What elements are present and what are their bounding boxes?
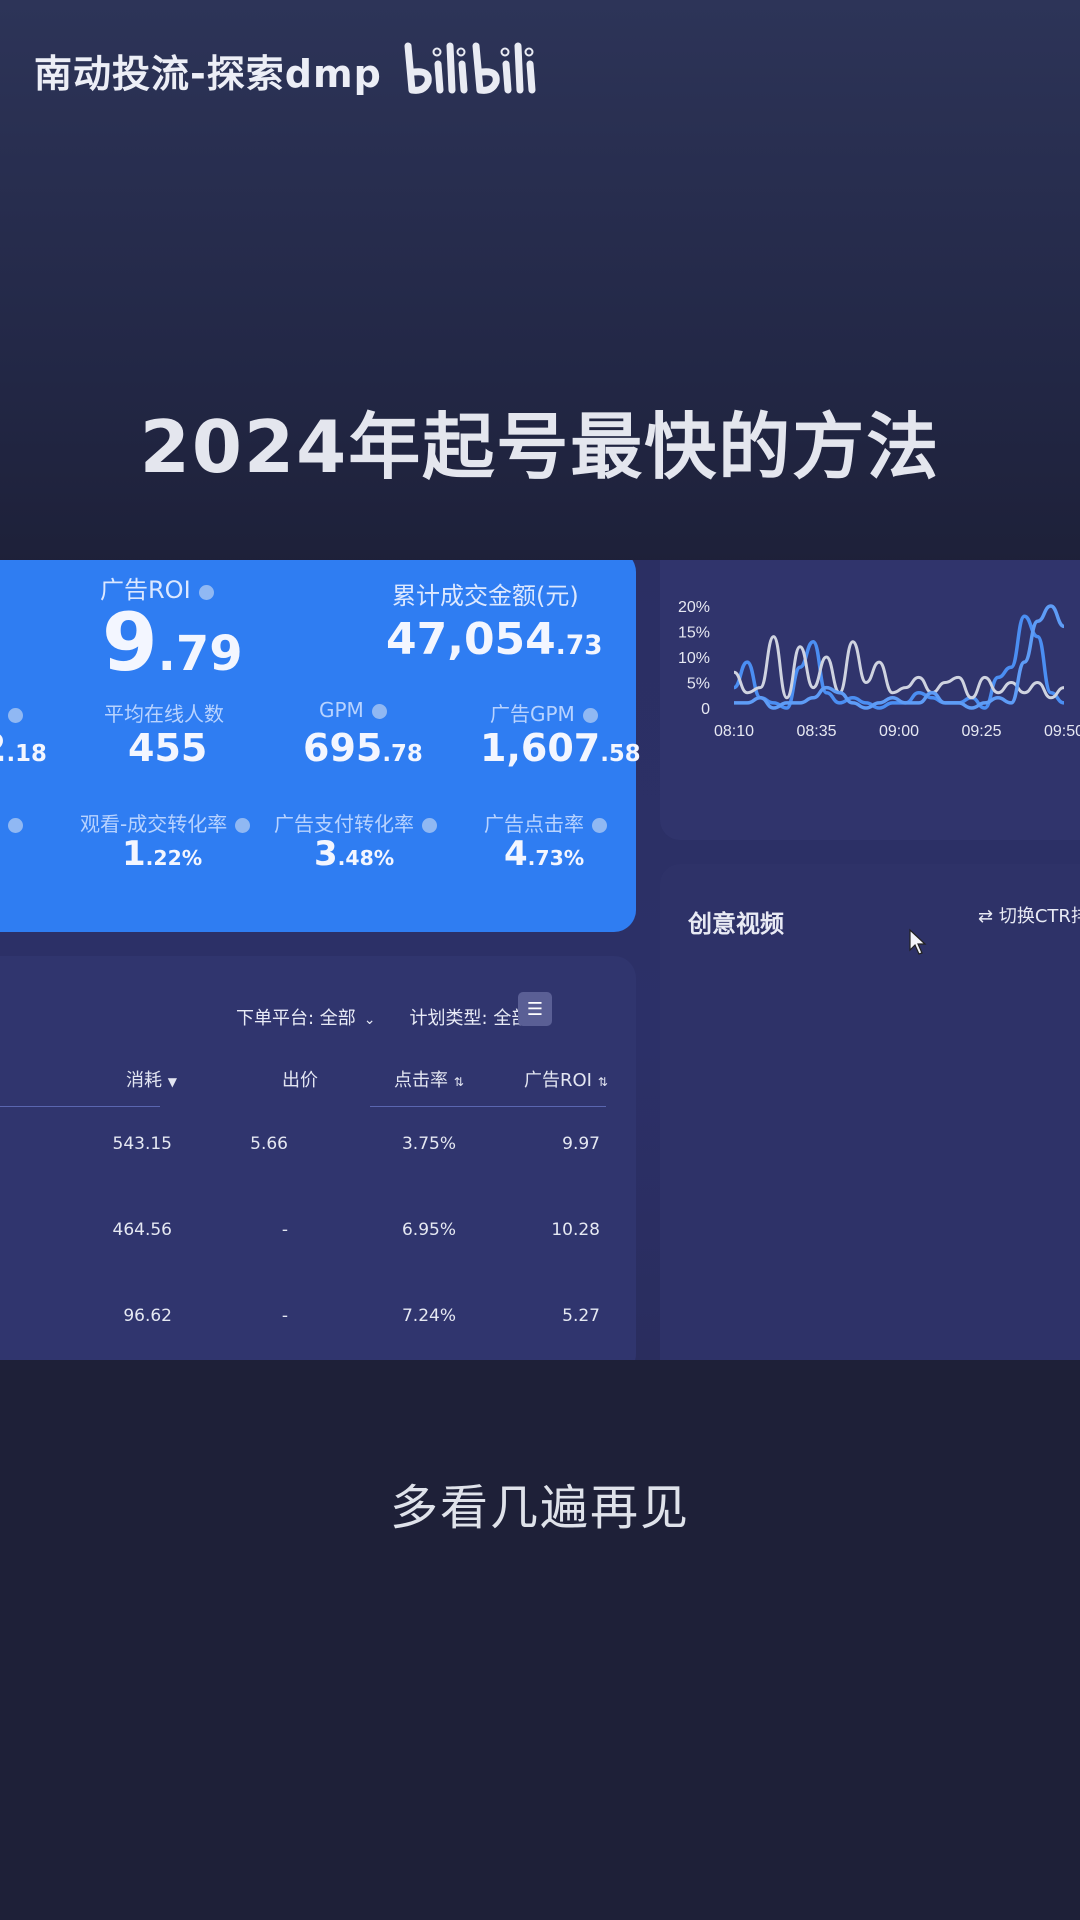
filter-lines-icon[interactable]: ☰ xyxy=(518,992,552,1026)
kpi-label-ad-gpm: 广告GPM xyxy=(490,698,598,727)
kpi-value-total-gmv: 47,054.73 xyxy=(386,614,603,665)
kpi-value-ad-gpm: 1,607.58 xyxy=(480,726,641,770)
kpi-label-partial: 额 xyxy=(0,698,23,727)
x-tick-label: 09:25 xyxy=(961,723,1001,740)
sort-icon: ⇅ xyxy=(597,1075,608,1089)
y-tick-label: 15% xyxy=(678,625,710,642)
chevron-down-icon: ⌄ xyxy=(363,1012,376,1028)
cell-ad-roi: 9.97 xyxy=(562,1134,600,1154)
cell-spend: 96.62 xyxy=(123,1306,172,1326)
cell-ctr: 3.75% xyxy=(401,1134,456,1154)
kpi-value-avg-online: 455 xyxy=(128,726,208,770)
table-filters: 下单平台: 全部⌄ 计划类型: 全部⌄ xyxy=(236,1004,549,1030)
kpi-value-ad-roi: 9.79 xyxy=(102,596,243,689)
info-icon xyxy=(235,818,251,833)
header-divider xyxy=(0,1106,160,1107)
column-header-ctr[interactable]: 点击率 ⇅ xyxy=(394,1066,464,1092)
creative-video-title: 创意视频 xyxy=(688,910,784,938)
kpi-value-ad-pay-conv: 3.48% xyxy=(314,834,395,874)
kpi-label-avg-online: 平均在线人数 xyxy=(104,702,224,726)
y-tick-label: 5% xyxy=(687,676,710,693)
x-tick-label: 09:00 xyxy=(879,723,919,740)
header-divider xyxy=(370,1106,606,1107)
cell-ctr: 7.24% xyxy=(401,1306,456,1326)
info-icon xyxy=(592,818,607,833)
info-icon xyxy=(422,818,437,833)
y-tick-label: 0 xyxy=(701,701,710,718)
cell-bid: - xyxy=(281,1306,288,1326)
bilibili-logo xyxy=(400,40,540,100)
cell-ad-roi: 5.27 xyxy=(562,1306,600,1326)
switch-ctr-button[interactable]: ⇄ 切换CTR排 xyxy=(978,902,1080,928)
kpi-value-gpm: 695.78 xyxy=(303,726,423,770)
cell-bid: 5.66 xyxy=(250,1134,288,1154)
y-tick-label: 10% xyxy=(678,650,710,667)
sort-down-icon: ▼ xyxy=(167,1075,177,1089)
cell-bid: - xyxy=(281,1220,288,1240)
trend-chart-card: 0 5% 10% 15% 20% 08:10 08:35 09:00 09:25 09:50 xyxy=(660,560,1080,840)
mouse-cursor-icon xyxy=(909,928,927,955)
subtitle: 多看几遍再见 xyxy=(389,1480,690,1536)
platform-filter-select[interactable]: 下单平台: 全部 ⌄ xyxy=(236,1004,376,1030)
column-header-ad-roi[interactable]: 广告ROI ⇅ xyxy=(524,1066,608,1092)
kpi-label-gpm: GPM xyxy=(319,698,387,722)
kpi-label-view-conv: 观看-成交转化率 xyxy=(80,808,251,837)
column-header-bid[interactable]: 出价 xyxy=(282,1066,318,1092)
swap-icon: ⇄ xyxy=(978,906,994,927)
column-header-spend[interactable]: 消耗 ▼ xyxy=(126,1066,177,1092)
info-icon xyxy=(8,708,23,723)
kpi-label-total-gmv: 累计成交金额(元) xyxy=(392,582,579,610)
x-tick-label: 08:10 xyxy=(714,723,754,740)
y-tick-label: 20% xyxy=(678,599,710,616)
creative-video-card: 创意视频 ⇄ 切换CTR排 xyxy=(660,864,1080,1360)
watermark-text: 南动投流-探索dmp xyxy=(34,51,382,96)
sort-icon: ⇅ xyxy=(453,1075,464,1089)
info-icon xyxy=(582,708,598,723)
kpi-value-partial: 2.18 xyxy=(0,726,47,770)
kpi-label-partial-2: 率 xyxy=(0,808,23,837)
trend-line-chart: 0 5% 10% 15% 20% 08:10 08:35 09:00 09:25 09:50 xyxy=(678,599,1080,740)
headline: 2024年起号最快的方法 xyxy=(139,405,941,489)
cell-ad-roi: 10.28 xyxy=(551,1220,600,1240)
kpi-value-ad-ctr: 4.73% xyxy=(504,834,585,874)
kpi-label-ad-pay-conv: 广告支付转化率 xyxy=(274,808,437,837)
info-icon xyxy=(8,818,23,833)
info-icon xyxy=(371,704,387,719)
kpi-card: 广告ROI 9.79 累计成交金额(元) 47,054.73 额 2.18 平均… xyxy=(0,560,641,932)
dashboard-screenshot: 广告ROI 9.79 累计成交金额(元) 47,054.73 额 2.18 平均… xyxy=(0,560,1080,1360)
x-tick-label: 09:50 xyxy=(1044,723,1080,740)
cell-ctr: 6.95% xyxy=(401,1220,456,1240)
campaign-table-card: 下单平台: 全部⌄ 计划类型: 全部⌄ ☰ 消耗 ▼ 出价 点击率 ⇅ 广告RO… xyxy=(0,956,636,1360)
series-line xyxy=(733,635,1065,700)
cell-spend: 464.56 xyxy=(112,1220,172,1240)
cell-spend: 543.15 xyxy=(112,1134,172,1154)
kpi-label-ad-ctr: 广告点击率 xyxy=(484,808,607,837)
x-tick-label: 08:35 xyxy=(796,723,836,740)
kpi-value-view-conv: 1.22% xyxy=(122,834,203,874)
watermark: 南动投流-探索dmp xyxy=(34,40,540,100)
